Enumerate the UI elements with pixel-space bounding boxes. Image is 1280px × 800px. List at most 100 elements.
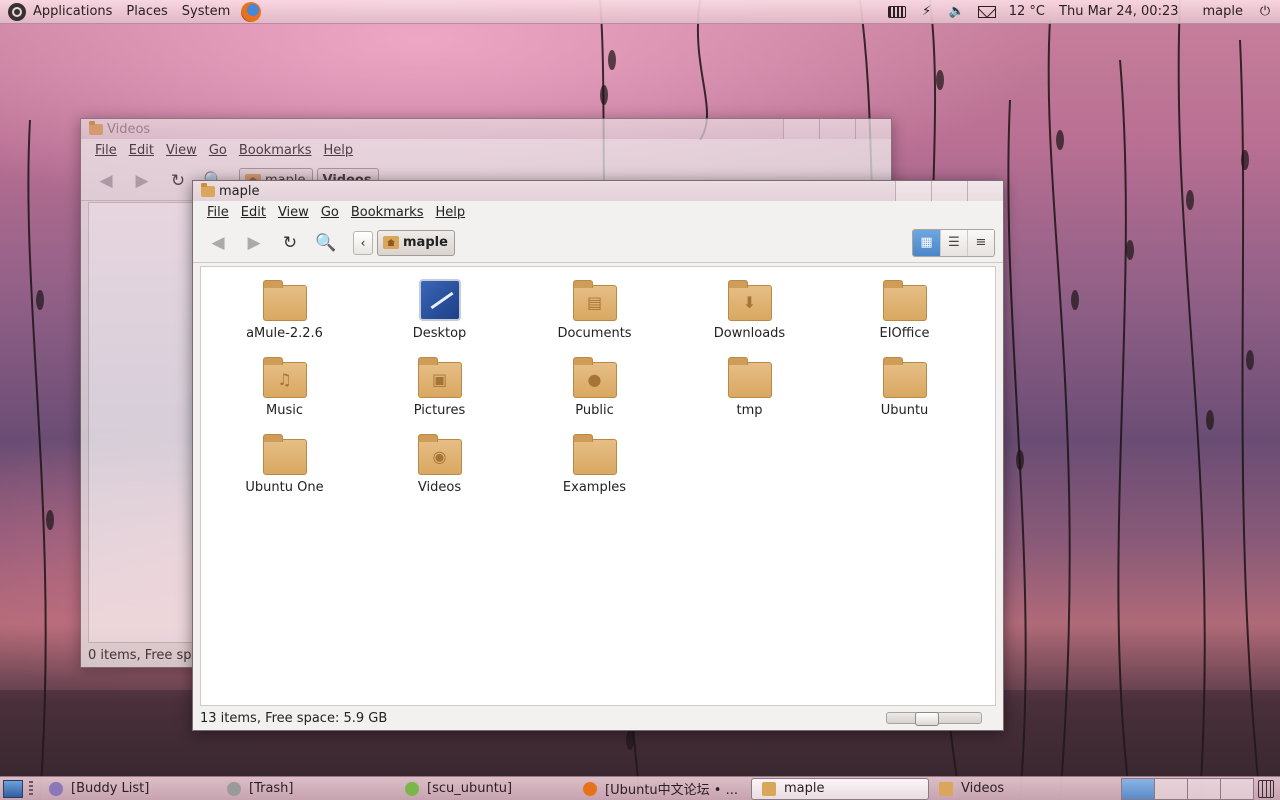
file-item-label: Music	[266, 403, 303, 418]
user-name[interactable]: maple	[1196, 4, 1251, 19]
videos-folder-icon: ◉	[417, 431, 463, 477]
zoom-slider-handle[interactable]	[915, 712, 939, 726]
menu-bookmarks[interactable]: Bookmarks	[345, 205, 430, 220]
menu-help[interactable]: Help	[317, 143, 359, 158]
file-item[interactable]: ⬇ Downloads	[672, 277, 827, 354]
public-folder-icon: ●	[572, 354, 618, 400]
menu-places[interactable]: Places	[119, 4, 174, 19]
file-item[interactable]: Examples	[517, 431, 672, 508]
firefox-icon	[583, 781, 597, 796]
file-item[interactable]: Ubuntu	[827, 354, 982, 431]
mail-icon[interactable]	[976, 4, 998, 20]
menu-help[interactable]: Help	[429, 205, 471, 220]
close-button[interactable]	[967, 181, 1003, 201]
toolbar: ◀ ▶ ↻ 🔍 ‹ maple ▦ ☰ ≡	[193, 223, 1003, 263]
workspace-2[interactable]	[1154, 777, 1188, 800]
menu-file[interactable]: File	[201, 205, 235, 220]
folder-icon	[939, 781, 953, 796]
workspace-1[interactable]	[1121, 777, 1155, 800]
file-item-label: Documents	[557, 326, 632, 341]
maximize-button[interactable]	[931, 181, 967, 201]
icon-grid: aMule-2.2.6 Desktop ▤ Documents ⬇ Downloads EI…	[201, 267, 995, 508]
menu-view[interactable]: View	[272, 205, 315, 220]
menu-applications[interactable]: Applications	[26, 4, 119, 19]
workspace-3[interactable]	[1187, 777, 1221, 800]
file-item-label: Downloads	[713, 326, 786, 341]
close-button[interactable]	[855, 119, 891, 139]
taskbar-item[interactable]: [Trash]	[217, 778, 395, 800]
file-item[interactable]: ▤ Documents	[517, 277, 672, 354]
workspace-4[interactable]	[1220, 777, 1254, 800]
taskbar-item-label: Videos	[961, 781, 1005, 796]
maximize-button[interactable]	[819, 119, 855, 139]
crumb-left-arrow-button[interactable]: ‹	[353, 230, 373, 255]
menu-edit[interactable]: Edit	[235, 205, 272, 220]
taskbar-item-label: [Buddy List]	[71, 781, 150, 796]
file-item[interactable]: aMule-2.2.6	[207, 277, 362, 354]
taskbar-item[interactable]: [Buddy List]	[39, 778, 217, 800]
menu-go[interactable]: Go	[203, 143, 233, 158]
file-item[interactable]: EIOffice	[827, 277, 982, 354]
menu-system[interactable]: System	[175, 4, 237, 19]
folder-icon	[882, 277, 928, 323]
menu-view[interactable]: View	[160, 143, 203, 158]
file-item-label: aMule-2.2.6	[246, 326, 323, 341]
forward-button[interactable]: ▶	[127, 166, 157, 196]
status-bar: 13 items, Free space: 5.9 GB	[200, 708, 996, 728]
file-item[interactable]: ▣ Pictures	[362, 354, 517, 431]
taskbar-item[interactable]: [scu_ubuntu]	[395, 778, 573, 800]
file-item[interactable]: tmp	[672, 354, 827, 431]
search-button[interactable]: 🔍	[311, 228, 341, 258]
back-button[interactable]: ◀	[203, 228, 233, 258]
minimize-button[interactable]	[895, 181, 931, 201]
panel-grip[interactable]	[29, 780, 33, 797]
file-item[interactable]: ◉ Videos	[362, 431, 517, 508]
icon-view-button[interactable]: ▦	[913, 229, 940, 256]
videos-titlebar[interactable]: Videos	[81, 119, 891, 139]
zoom-slider[interactable]	[886, 712, 982, 726]
network-icon[interactable]: ⚡	[916, 4, 938, 20]
menu-go[interactable]: Go	[315, 205, 345, 220]
weather-temperature[interactable]: 12 °C	[1002, 4, 1052, 19]
show-desktop-button[interactable]	[3, 779, 23, 798]
window-title: Videos	[107, 121, 151, 137]
file-item[interactable]: Ubuntu One	[207, 431, 362, 508]
taskbar-item-label: [scu_ubuntu]	[427, 781, 513, 796]
file-item-label: tmp	[736, 403, 763, 418]
back-button[interactable]: ◀	[91, 166, 121, 196]
videos-folder-icon	[89, 120, 103, 135]
power-icon[interactable]: ⏻	[1254, 4, 1276, 20]
compact-view-button[interactable]: ≡	[967, 229, 994, 256]
maple-titlebar[interactable]: maple	[193, 181, 1003, 201]
file-item[interactable]: Desktop	[362, 277, 517, 354]
file-item-label: Public	[575, 403, 614, 418]
menubar: File Edit View Go Bookmarks Help	[193, 201, 1003, 223]
maple-window: maple File Edit View Go Bookmarks Help ◀…	[192, 180, 1004, 731]
taskbar-item[interactable]: [Ubuntu中文论坛 • ...	[573, 778, 751, 800]
list-view-button[interactable]: ☰	[940, 229, 967, 256]
file-item[interactable]: ♫ Music	[207, 354, 362, 431]
home-folder-icon	[383, 236, 399, 249]
taskbar-item[interactable]: Videos	[929, 778, 1107, 800]
reload-button[interactable]: ↻	[275, 228, 305, 258]
reload-button[interactable]: ↻	[163, 166, 193, 196]
menu-edit[interactable]: Edit	[123, 143, 160, 158]
pidgin-icon	[49, 781, 63, 796]
firefox-launcher-icon[interactable]	[241, 1, 262, 22]
trash-icon[interactable]	[1258, 779, 1274, 798]
file-item[interactable]: ● Public	[517, 354, 672, 431]
minimize-button[interactable]	[783, 119, 819, 139]
crumb-maple[interactable]: maple	[377, 229, 455, 256]
menu-file[interactable]: File	[89, 143, 123, 158]
menu-bookmarks[interactable]: Bookmarks	[233, 143, 318, 158]
file-view[interactable]: aMule-2.2.6 Desktop ▤ Documents ⬇ Downloads EI…	[200, 266, 996, 706]
top-panel: Applications Places System ⚡ 🔈 12 °C Thu…	[0, 0, 1280, 24]
forward-button[interactable]: ▶	[239, 228, 269, 258]
file-view[interactable]	[88, 202, 208, 643]
keyboard-icon[interactable]	[886, 4, 908, 20]
taskbar-item[interactable]: maple	[751, 777, 929, 800]
volume-icon[interactable]: 🔈	[946, 4, 968, 20]
folder-icon	[262, 277, 308, 323]
ubuntu-logo-icon[interactable]	[8, 2, 26, 21]
clock[interactable]: Thu Mar 24, 00:23	[1052, 4, 1185, 19]
